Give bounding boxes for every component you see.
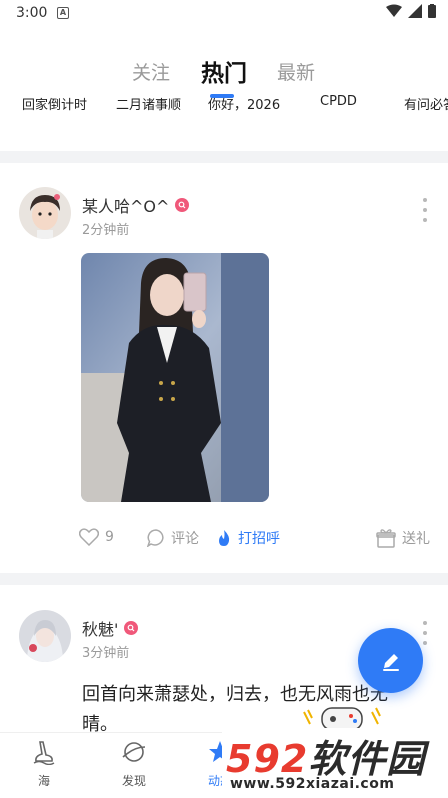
gift-label: 送礼 [402, 531, 430, 547]
gift-icon [376, 529, 396, 548]
topic-chip[interactable]: 你好，2026 [208, 94, 280, 113]
topic-chip[interactable]: 有问必答 [404, 94, 448, 113]
feed-tabs: 关注 热门 最新 [0, 54, 448, 94]
tab-latest[interactable]: 最新 [277, 58, 315, 85]
tab-hot[interactable]: 热门 [201, 54, 247, 88]
status-time: 3:00 [16, 5, 48, 21]
system-icons [386, 4, 436, 18]
avatar[interactable] [19, 187, 71, 239]
post-actions: 9 评论 打招呼 送礼 [0, 524, 448, 552]
greet-button[interactable]: 打招呼 [216, 528, 280, 548]
username[interactable]: 秋魅' [82, 616, 118, 640]
topic-chip[interactable]: 回家倒计时 [22, 94, 87, 113]
section-divider [0, 573, 448, 585]
gift-button[interactable]: 送礼 [376, 528, 430, 548]
like-button[interactable]: 9 [79, 528, 114, 546]
comment-icon [147, 529, 164, 547]
verified-badge-icon [124, 621, 139, 635]
watermark-text: 软件园 [308, 737, 426, 781]
post-time: 3分钟前 [82, 646, 130, 661]
battery-icon [428, 4, 436, 18]
pencil-icon [382, 653, 399, 671]
comment-label: 评论 [171, 531, 199, 547]
signal-icon [408, 4, 422, 18]
tab-following[interactable]: 关注 [132, 58, 170, 85]
status-bar: 3:00 A [0, 0, 448, 28]
flame-icon [219, 530, 230, 546]
nav-discover[interactable]: 发现 [110, 739, 158, 789]
more-options-icon[interactable] [421, 621, 429, 645]
nav-label: 海 [37, 774, 50, 788]
sea-icon [33, 741, 55, 766]
section-divider [0, 151, 448, 163]
post-photo[interactable] [81, 253, 269, 502]
heart-icon [79, 528, 99, 546]
more-options-icon[interactable] [421, 198, 429, 222]
notification-icon: A [57, 7, 69, 19]
post-time: 2分钟前 [82, 223, 130, 238]
topic-strip: 回家倒计时 二月诸事顺 你好，2026 CPDD 有问必答 [0, 94, 448, 116]
planet-icon [122, 742, 146, 762]
post-username-row: 秋魅' [82, 616, 139, 640]
nav-sea[interactable]: 海 [20, 739, 68, 789]
post-username-row: 某人哈^O^ [82, 193, 190, 217]
watermark-number: 592 [226, 737, 309, 781]
nav-label: 发现 [121, 774, 146, 788]
compose-post-button[interactable] [358, 628, 423, 693]
username[interactable]: 某人哈^O^ [82, 193, 169, 217]
like-count: 9 [105, 529, 114, 545]
verified-badge-icon [175, 198, 190, 212]
avatar[interactable] [19, 610, 71, 662]
watermark-url: www.592xiazai.com [230, 776, 395, 792]
topic-chip[interactable]: CPDD [320, 94, 357, 109]
topic-chip[interactable]: 二月诸事顺 [116, 94, 181, 113]
greet-label: 打招呼 [238, 531, 280, 547]
wifi-icon [386, 4, 402, 17]
comment-button[interactable]: 评论 [147, 528, 199, 548]
watermark-logo: 592软件园 www.592xiazai.com [222, 728, 448, 798]
